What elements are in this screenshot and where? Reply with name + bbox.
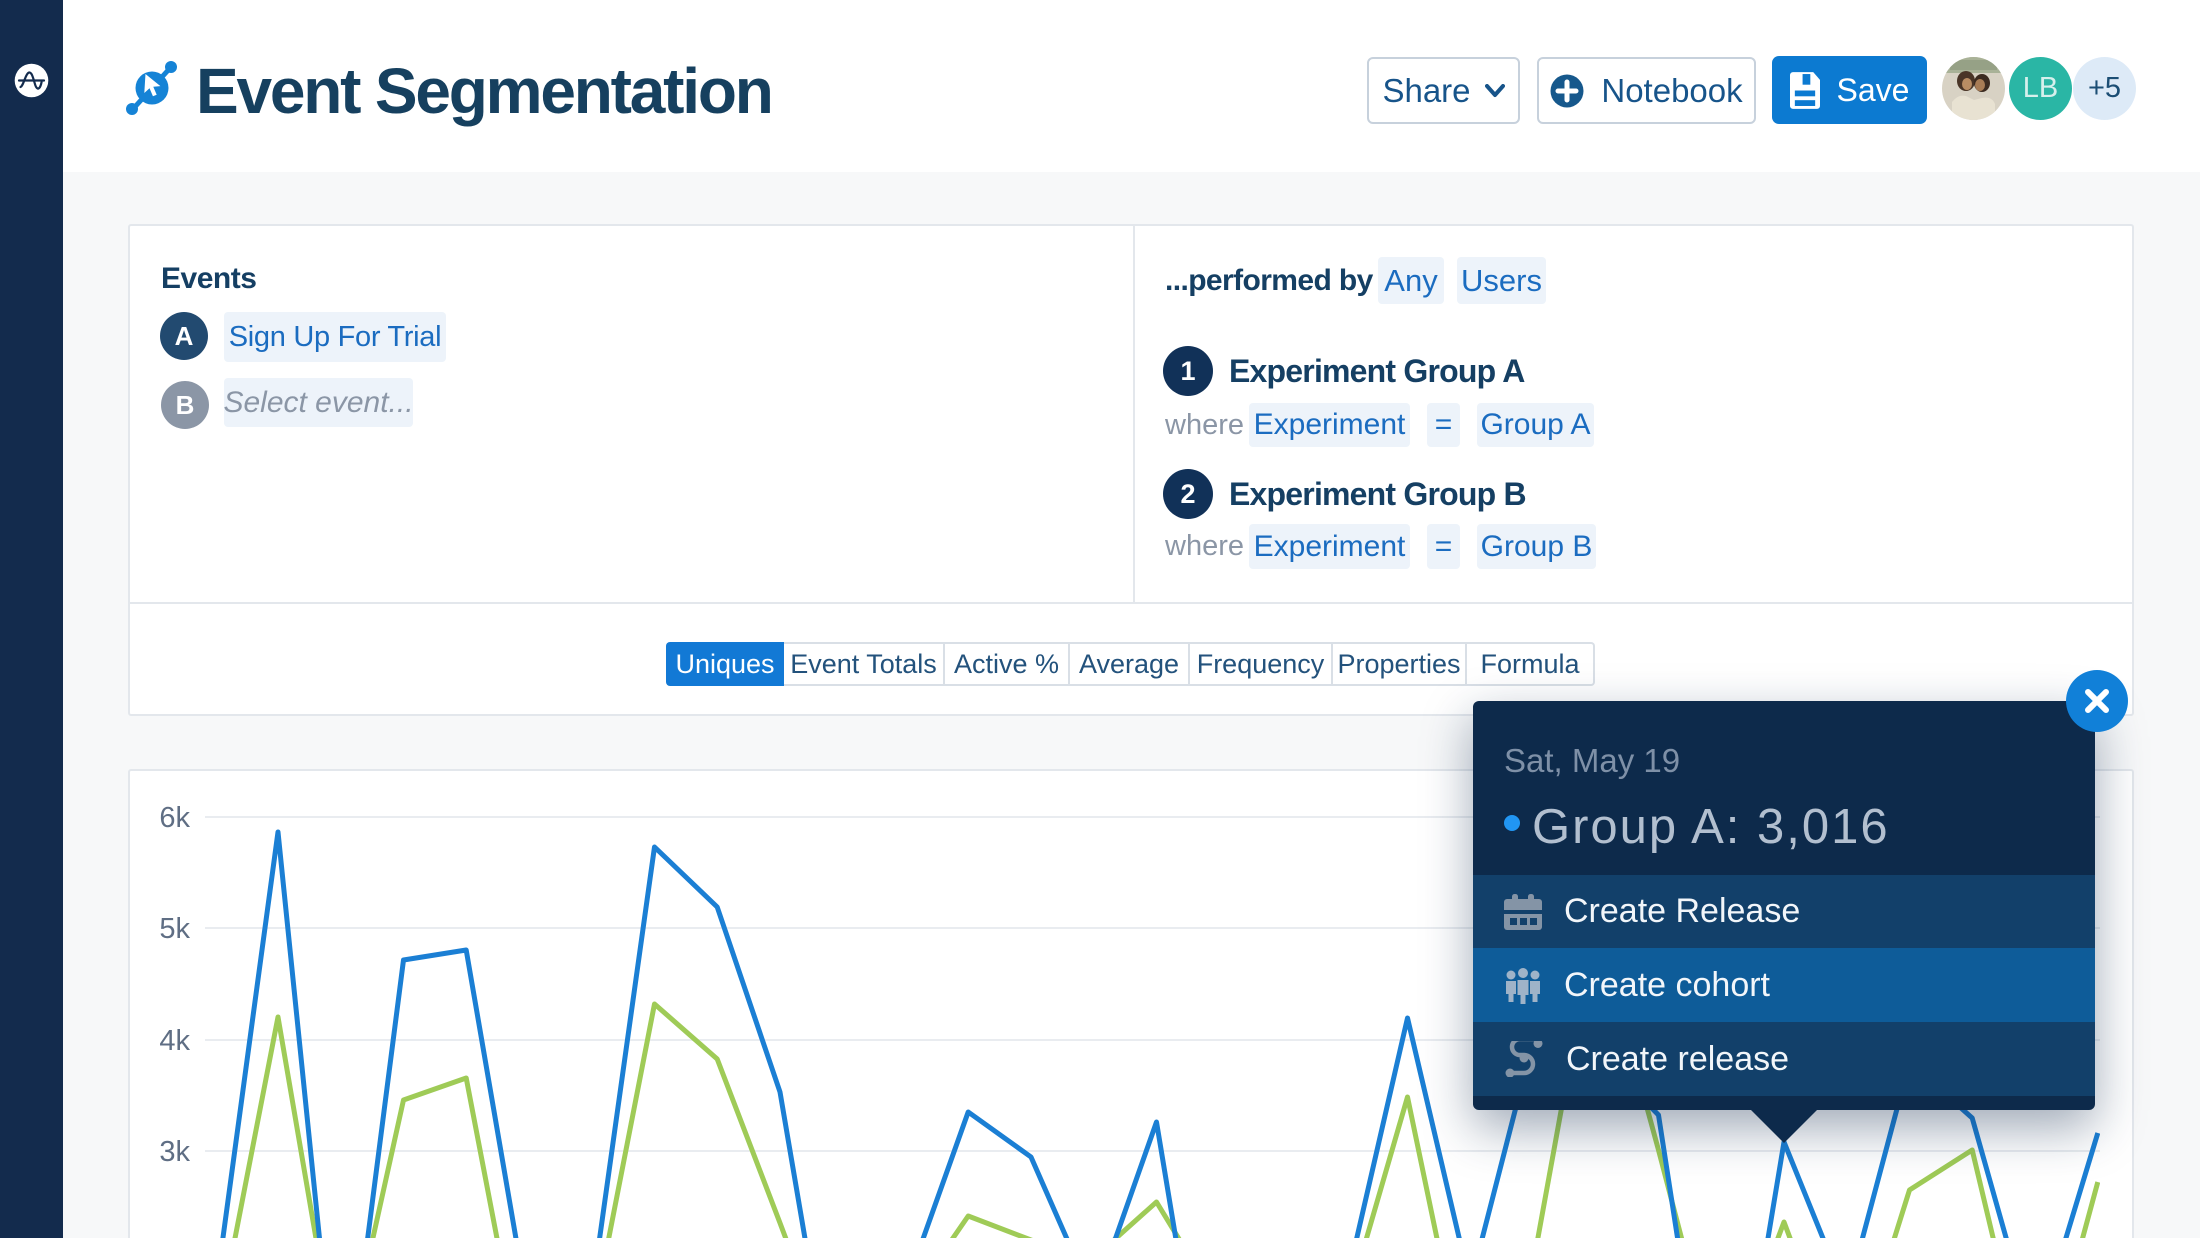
- svg-text:5k: 5k: [159, 913, 190, 945]
- svg-text:3k: 3k: [159, 1136, 190, 1168]
- svg-text:6k: 6k: [159, 802, 190, 834]
- svg-text:4k: 4k: [159, 1025, 190, 1057]
